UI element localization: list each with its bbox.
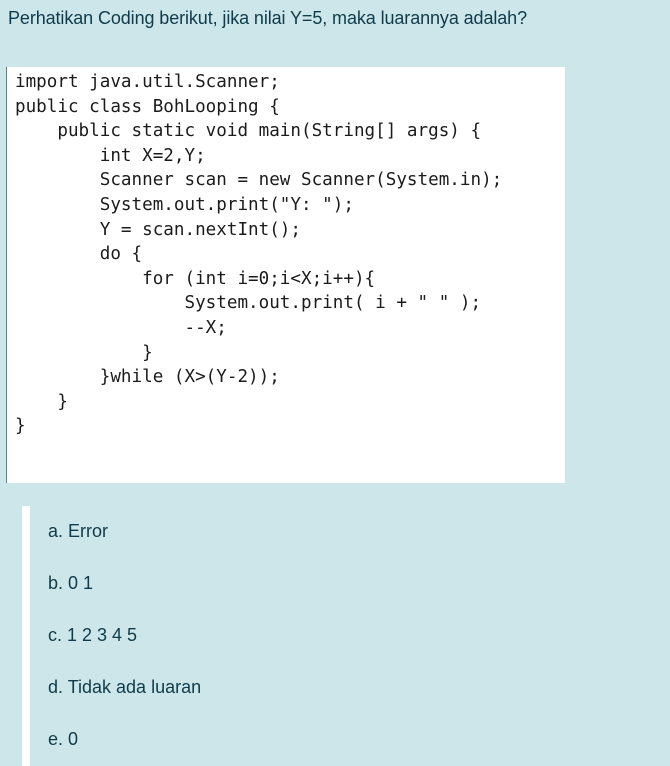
code-block: import java.util.Scanner; public class B… [15,70,502,439]
option-label: d. Tidak ada luaran [48,677,202,697]
option-marker [22,714,30,766]
option-b[interactable]: b. 0 1 [22,558,442,610]
option-marker [22,558,30,610]
option-a[interactable]: a. Error [22,506,442,558]
code-line: Y = scan.nextInt(); [15,219,301,240]
option-c[interactable]: c. 1 2 3 4 5 [22,610,442,662]
code-line: Scanner scan = new Scanner(System.in); [15,170,503,191]
option-marker [22,506,30,558]
code-line: System.out.print("Y: "); [15,194,354,215]
question-text: Perhatikan Coding berikut, jika nilai Y=… [8,8,527,28]
option-label: a. Error [48,521,109,541]
code-line: public static void main(String[] args) { [15,121,482,142]
code-line: } [15,391,68,412]
code-line: import java.util.Scanner; [15,72,280,92]
code-line: int X=2,Y; [15,145,206,166]
code-line: System.out.print( i + " " ); [15,293,482,314]
code-line: } [15,342,153,363]
option-marker [22,662,30,714]
code-line: }while (X>(Y-2)); [15,367,280,388]
option-marker [22,610,30,662]
code-line: do { [15,244,143,265]
code-line: --X; [15,317,227,338]
code-line: } [15,416,26,437]
answer-options: a. Error b. 0 1 c. 1 2 3 4 5 d. Tidak ad… [22,506,442,766]
code-line: for (int i=0;i<X;i++){ [15,268,376,289]
code-image: import java.util.Scanner; public class B… [6,67,565,483]
option-label: e. 0 [48,729,79,749]
code-line: public class BohLooping { [15,96,280,117]
option-label: c. 1 2 3 4 5 [48,625,138,645]
option-label: b. 0 1 [48,573,94,593]
option-e[interactable]: e. 0 [22,714,442,766]
option-d[interactable]: d. Tidak ada luaran [22,662,442,714]
